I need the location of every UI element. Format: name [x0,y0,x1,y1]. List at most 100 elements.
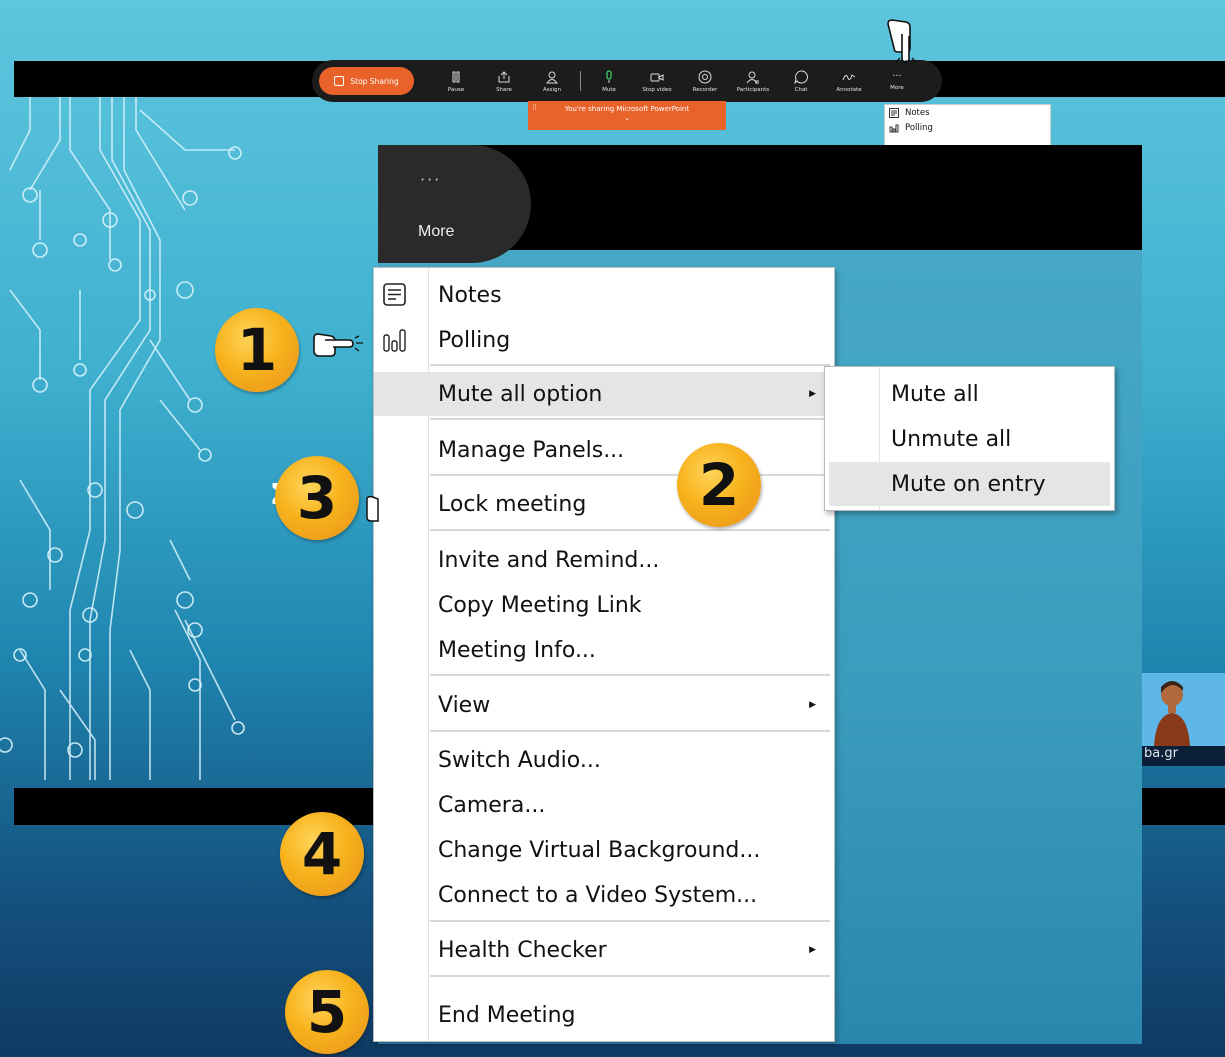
step-badge-4: 4 [280,812,364,896]
chevron-down-icon[interactable]: ⌄ [528,114,726,122]
more-dots-icon: ··· [420,170,442,189]
menu-separator [430,474,830,476]
menu-item-health-checker[interactable]: Health Checker ▶ [374,928,834,972]
sharing-banner[interactable]: ⠿ You're sharing Microsoft PowerPoint ⌄ [528,101,726,130]
submenu-arrow-icon: ▶ [809,945,816,955]
zoomed-more-label: More [418,223,455,240]
small-menu-notes-label: Notes [905,107,930,118]
step-badge-3: 3 [275,456,359,540]
menu-item-label: Change Virtual Background... [438,837,761,863]
notes-icon [383,283,406,306]
submenu-item-label: Mute on entry [891,471,1046,497]
stop-square-icon [334,76,345,86]
pointing-hand-icon [366,495,379,522]
small-more-menu: Notes Polling [884,104,1051,150]
polling-icon [383,329,406,352]
menu-item-change-virtual-background[interactable]: Change Virtual Background... [374,828,834,872]
submenu-item-mute-all[interactable]: Mute all [829,372,1110,416]
assign-button[interactable]: Assign [528,70,576,93]
menu-item-label: Health Checker [438,937,607,963]
participants-button[interactable]: Participants [729,70,777,93]
small-menu-polling-label: Polling [905,122,933,133]
menu-item-invite-and-remind[interactable]: Invite and Remind... [374,538,834,582]
chat-button[interactable]: Chat [777,69,825,93]
menu-separator [430,418,830,420]
submenu-item-mute-on-entry[interactable]: Mute on entry [829,462,1110,506]
small-menu-item-notes[interactable]: Notes [885,105,1050,120]
share-button[interactable]: Share [480,70,528,93]
menu-item-label: Manage Panels... [438,437,625,463]
menu-item-label: Connect to a Video System... [438,882,758,908]
menu-item-manage-panels[interactable]: Manage Panels... [374,428,834,472]
mute-all-submenu: Mute all Unmute all Mute on entry [824,366,1115,511]
menu-item-label: Polling [438,327,511,353]
pause-icon [452,71,460,82]
pause-label: Pause [447,86,465,93]
menu-item-label: View [438,692,491,718]
assign-label: Assign [543,86,561,93]
participants-label: Participants [736,86,770,93]
recorder-button[interactable]: Recorder [681,70,729,93]
submenu-item-label: Mute all [891,381,979,407]
record-icon [698,70,712,83]
drag-handle-icon[interactable]: ⠿ [532,104,537,112]
more-dots-icon: ··· [892,70,902,82]
step-badge-1: 1 [215,308,299,392]
menu-item-label: End Meeting [438,1002,576,1028]
assign-icon [546,71,558,83]
menu-item-meeting-info[interactable]: Meeting Info... [374,628,834,672]
pointing-hand-icon [313,333,363,357]
meeting-toolbar: Stop Sharing Pause Share Assign Mute Sto… [312,60,942,102]
menu-item-lock-meeting[interactable]: Lock meeting [374,482,834,526]
menu-item-label: Mute all option [438,381,603,407]
annotate-button[interactable]: Annotate [825,70,873,93]
menu-item-view[interactable]: View ▶ [374,683,834,727]
share-icon [498,70,510,82]
small-menu-item-polling[interactable]: Polling [885,120,1050,135]
video-camera-icon [650,73,664,81]
stop-sharing-label: Stop Sharing [350,76,399,86]
submenu-item-label: Unmute all [891,426,1012,452]
sharing-banner-text: You're sharing Microsoft PowerPoint [564,105,690,113]
notes-icon [889,107,899,118]
menu-separator [430,529,830,531]
polling-icon [889,124,899,132]
menu-separator [430,920,830,922]
chat-label: Chat [794,86,808,93]
menu-item-end-meeting[interactable]: End Meeting [374,993,834,1037]
zoomed-more-button[interactable] [378,145,531,263]
submenu-item-unmute-all[interactable]: Unmute all [829,417,1110,461]
menu-item-connect-video-system[interactable]: Connect to a Video System... [374,873,834,917]
menu-item-switch-audio[interactable]: Switch Audio... [374,738,834,782]
menu-item-label: Camera... [438,792,546,818]
menu-separator [430,975,830,977]
circuit-decoration [0,90,245,780]
menu-item-polling[interactable]: Polling [374,318,834,362]
more-label: More [890,84,904,91]
microphone-icon [606,69,612,83]
submenu-arrow-icon: ▶ [809,389,816,399]
annotate-label: Annotate [836,86,862,93]
pause-button[interactable]: Pause [432,70,480,93]
hand-cursor-icon [887,19,917,65]
recorder-label: Recorder [692,86,718,93]
menu-item-camera[interactable]: Camera... [374,783,834,827]
menu-item-label: Notes [438,282,502,308]
menu-separator [430,364,830,366]
share-label: Share [496,86,512,93]
mute-label: Mute [602,86,616,93]
participants-icon [746,71,759,83]
step-badge-2: 2 [677,443,761,527]
mute-button[interactable]: Mute [585,69,633,93]
more-button[interactable]: ··· More [873,70,921,91]
bottom-black-strip-right [1142,788,1225,825]
stop-sharing-button[interactable]: Stop Sharing [319,67,414,95]
stop-video-button[interactable]: Stop video [633,70,681,93]
more-options-menu: Notes Polling Mute all option ▶ Manage P… [373,267,835,1042]
menu-separator [430,674,830,676]
participant-video-thumbnail[interactable] [1142,673,1225,746]
menu-item-mute-all-option[interactable]: Mute all option ▶ [374,372,834,416]
menu-item-label: Lock meeting [438,491,587,517]
menu-item-notes[interactable]: Notes [374,273,834,317]
menu-item-copy-meeting-link[interactable]: Copy Meeting Link [374,583,834,627]
